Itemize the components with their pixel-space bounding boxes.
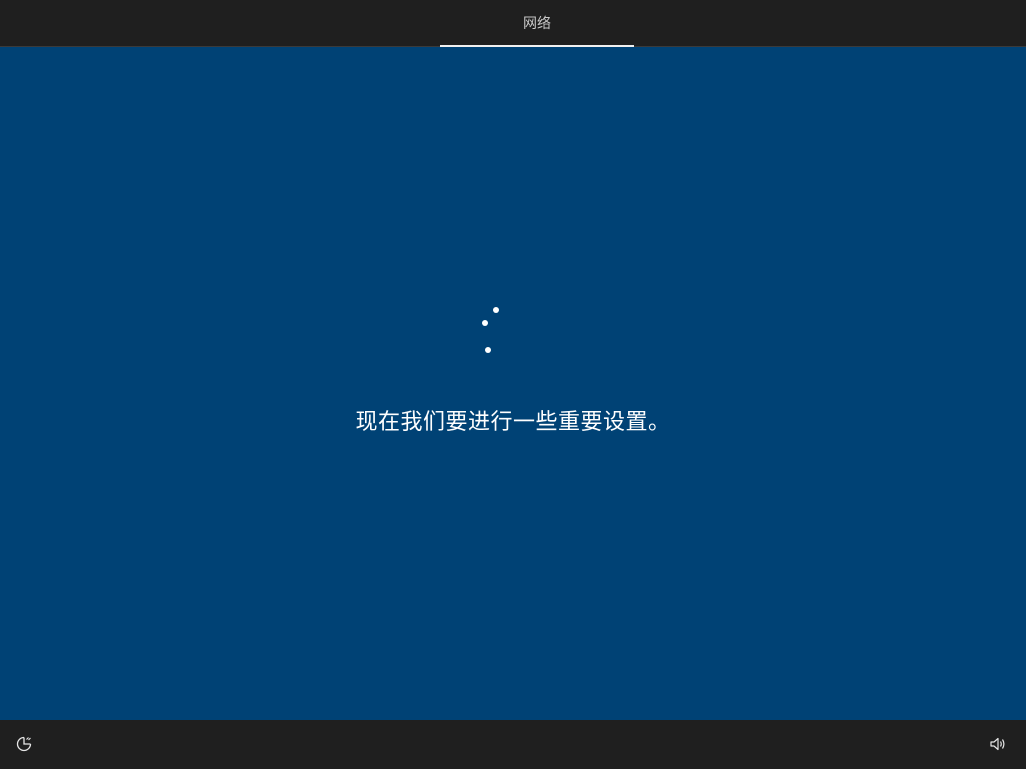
ease-of-access-button[interactable] (12, 732, 36, 756)
volume-icon (989, 735, 1007, 753)
setup-message: 现在我们要进行一些重要设置。 (355, 410, 671, 435)
spinner-dot (482, 320, 488, 326)
tab-network[interactable]: 网络 (440, 0, 634, 47)
ease-of-access-icon (15, 735, 33, 753)
top-bar: 网络 (0, 0, 1026, 47)
spinner-dot (485, 347, 491, 353)
bottom-bar (0, 720, 1026, 769)
tab-network-label: 网络 (523, 16, 551, 32)
volume-button[interactable] (986, 732, 1010, 756)
main-panel: 现在我们要进行一些重要设置。 (0, 47, 1026, 720)
spinner-dot (493, 307, 499, 313)
loading-dots-icon (0, 47, 1026, 720)
